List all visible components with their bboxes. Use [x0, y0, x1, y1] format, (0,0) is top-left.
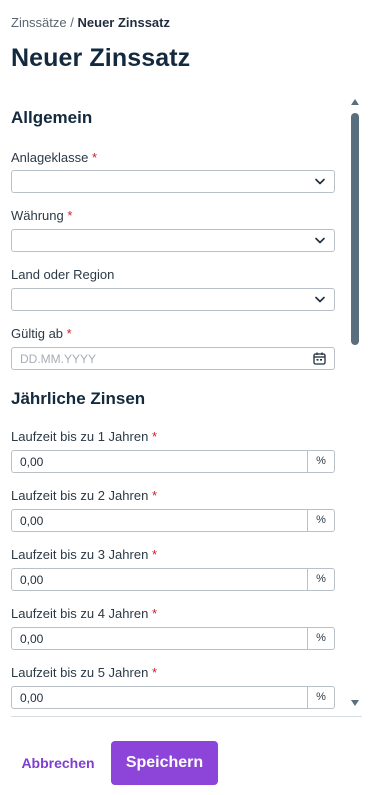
section-title-general: Allgemein: [11, 108, 93, 127]
country-select[interactable]: [11, 288, 335, 311]
term-4-rate-input[interactable]: [12, 628, 308, 649]
percent-suffix: %: [307, 510, 334, 531]
cancel-button[interactable]: Abbrechen: [12, 742, 104, 784]
percent-suffix: %: [307, 687, 334, 708]
section-title-annual-rates: Jährliche Zinsen: [11, 389, 146, 408]
term-5-label: Laufzeit bis zu 5 Jahren *: [11, 665, 157, 681]
term-5-rate-input[interactable]: [12, 687, 308, 708]
scroll-down-arrow-icon[interactable]: [351, 700, 359, 706]
term-5-rate-field[interactable]: %: [11, 686, 335, 709]
scrollbar-thumb[interactable]: [351, 113, 359, 345]
country-label-text: Land oder Region: [11, 267, 115, 282]
term-5-label-text: Laufzeit bis zu 5 Jahren: [11, 665, 149, 680]
term-1-label-text: Laufzeit bis zu 1 Jahren: [11, 429, 149, 444]
footer-divider: [11, 716, 362, 717]
country-label: Land oder Region: [11, 267, 114, 283]
term-3-rate-field[interactable]: %: [11, 568, 335, 591]
term-2-label-text: Laufzeit bis zu 2 Jahren: [11, 488, 149, 503]
term-3-rate-input[interactable]: [12, 569, 308, 590]
required-marker: *: [151, 429, 157, 444]
chevron-down-icon: [315, 178, 325, 185]
asset-class-select[interactable]: [11, 170, 335, 193]
asset-class-label-text: Anlageklasse: [11, 150, 89, 165]
percent-suffix: %: [307, 569, 334, 590]
currency-label-text: Währung: [11, 208, 64, 223]
term-3-label-text: Laufzeit bis zu 3 Jahren: [11, 547, 149, 562]
valid-from-date-field[interactable]: [11, 347, 335, 370]
breadcrumb-link-zinssaetze[interactable]: Zinssätze: [11, 15, 67, 30]
breadcrumb-separator: /: [70, 15, 74, 30]
required-marker: *: [151, 665, 157, 680]
currency-select[interactable]: [11, 229, 335, 252]
term-1-rate-input[interactable]: [12, 451, 308, 472]
required-marker: *: [66, 326, 72, 341]
currency-label: Währung *: [11, 208, 72, 224]
required-marker: *: [151, 547, 157, 562]
valid-from-label: Gültig ab *: [11, 326, 72, 342]
percent-suffix: %: [307, 451, 334, 472]
term-2-rate-field[interactable]: %: [11, 509, 335, 532]
form-scrollbar[interactable]: [348, 96, 362, 712]
page-title: Neuer Zinssatz: [11, 44, 191, 72]
scroll-up-arrow-icon[interactable]: [351, 99, 359, 105]
chevron-down-icon: [315, 296, 325, 303]
breadcrumb: Zinssätze / Neuer Zinssatz: [11, 15, 170, 31]
term-1-rate-field[interactable]: %: [11, 450, 335, 473]
breadcrumb-current: Neuer Zinssatz: [77, 15, 170, 30]
term-3-label: Laufzeit bis zu 3 Jahren *: [11, 547, 157, 563]
required-marker: *: [67, 208, 73, 223]
calendar-icon[interactable]: [313, 352, 326, 365]
valid-from-label-text: Gültig ab: [11, 326, 64, 341]
required-marker: *: [151, 488, 157, 503]
term-4-rate-field[interactable]: %: [11, 627, 335, 650]
required-marker: *: [151, 606, 157, 621]
chevron-down-icon: [315, 237, 325, 244]
required-marker: *: [91, 150, 98, 165]
form-scroll-area[interactable]: Allgemein Anlageklasse * Währung * Land …: [0, 96, 372, 716]
valid-from-input[interactable]: [12, 348, 308, 369]
term-4-label-text: Laufzeit bis zu 4 Jahren: [11, 606, 149, 621]
term-2-label: Laufzeit bis zu 2 Jahren *: [11, 488, 157, 504]
term-1-label: Laufzeit bis zu 1 Jahren *: [11, 429, 157, 445]
percent-suffix: %: [307, 628, 334, 649]
term-2-rate-input[interactable]: [12, 510, 308, 531]
save-button[interactable]: Speichern: [111, 741, 218, 785]
asset-class-label: Anlageklasse *: [11, 150, 97, 166]
term-4-label: Laufzeit bis zu 4 Jahren *: [11, 606, 157, 622]
